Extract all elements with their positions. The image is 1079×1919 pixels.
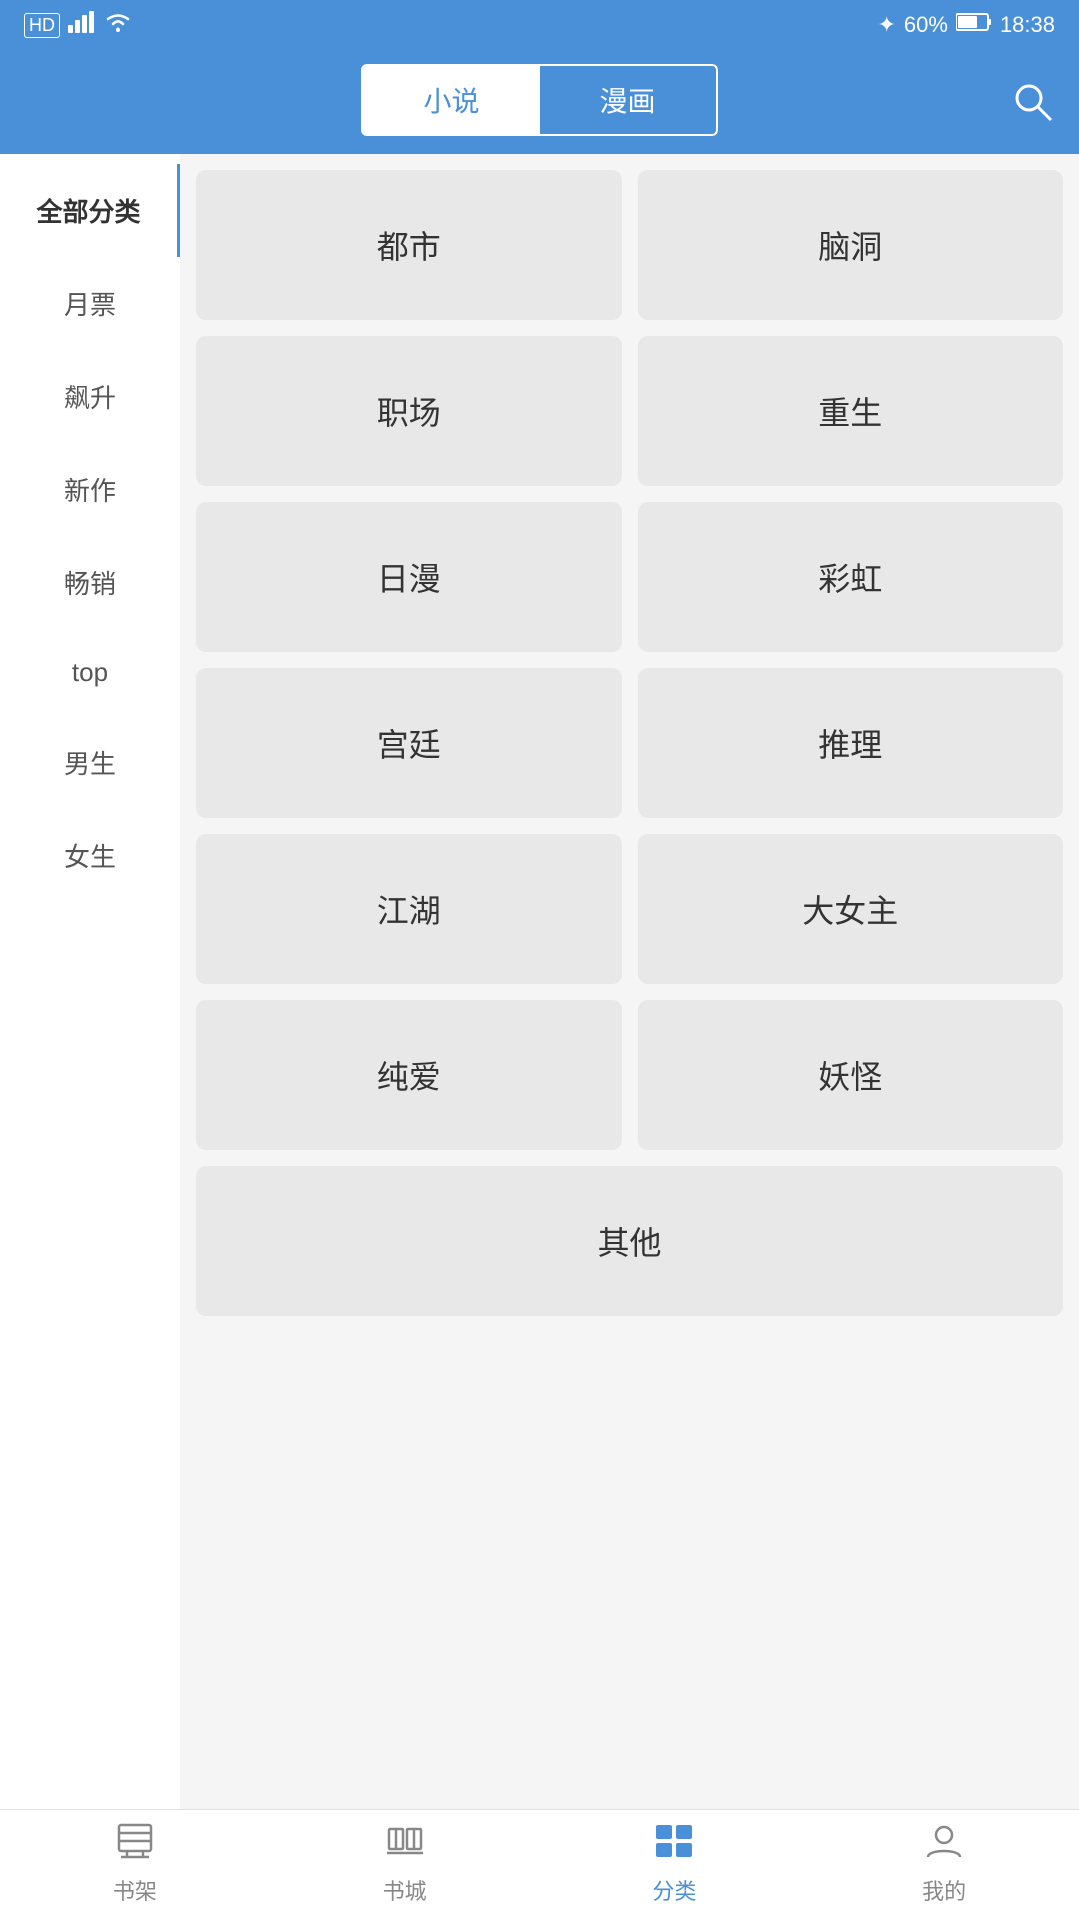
- category-dushi[interactable]: 都市: [196, 170, 622, 320]
- nav-bookshelf-label: 书架: [113, 1874, 157, 1906]
- category-tuili[interactable]: 推理: [638, 668, 1064, 818]
- bookcity-icon: [385, 1823, 425, 1868]
- nav-bookcity-label: 书城: [383, 1874, 427, 1906]
- battery-text: 60%: [904, 12, 948, 38]
- signal-icon: [68, 11, 96, 39]
- sidebar-item-monthly[interactable]: 月票: [0, 257, 180, 350]
- category-qita[interactable]: 其他: [196, 1166, 1063, 1316]
- profile-icon: [924, 1823, 964, 1868]
- sidebar-item-bestseller[interactable]: 畅销: [0, 536, 180, 629]
- category-chongsheng[interactable]: 重生: [638, 336, 1064, 486]
- sidebar-item-male[interactable]: 男生: [0, 716, 180, 809]
- sidebar-item-top[interactable]: top: [0, 629, 180, 716]
- bottom-nav: 书架 书城 分类: [0, 1809, 1079, 1919]
- time-display: 18:38: [1000, 12, 1055, 38]
- category-zhichang[interactable]: 职场: [196, 336, 622, 486]
- bluetooth-icon: ✦: [877, 12, 895, 38]
- battery-icon: [956, 12, 992, 38]
- category-naodong[interactable]: 脑洞: [638, 170, 1064, 320]
- category-jianghu[interactable]: 江湖: [196, 834, 622, 984]
- status-left: HD: [24, 11, 132, 39]
- content-area: 全部分类 月票 飙升 新作 畅销 top 男生 女生 都市 脑洞: [0, 154, 1079, 1809]
- bookshelf-icon: [115, 1823, 155, 1868]
- tab-novel[interactable]: 小说: [363, 66, 539, 134]
- nav-profile-label: 我的: [922, 1874, 966, 1906]
- category-chunai[interactable]: 纯爱: [196, 1000, 622, 1150]
- tab-group[interactable]: 小说 漫画: [361, 64, 717, 136]
- category-riman[interactable]: 日漫: [196, 502, 622, 652]
- category-gongting[interactable]: 宫廷: [196, 668, 622, 818]
- sidebar-item-all[interactable]: 全部分类: [0, 164, 180, 257]
- search-button[interactable]: [1011, 80, 1055, 124]
- category-caihong[interactable]: 彩虹: [638, 502, 1064, 652]
- tab-comic[interactable]: 漫画: [540, 66, 716, 134]
- wifi-icon: [104, 11, 132, 39]
- nav-profile[interactable]: 我的: [809, 1823, 1079, 1906]
- status-bar: HD ✦ 60% 18: [0, 0, 1079, 50]
- header: 小说 漫画: [0, 50, 1079, 154]
- sidebar-item-rising[interactable]: 飙升: [0, 350, 180, 443]
- sidebar-item-female[interactable]: 女生: [0, 809, 180, 902]
- category-yaoguai[interactable]: 妖怪: [638, 1000, 1064, 1150]
- nav-bookcity[interactable]: 书城: [270, 1823, 540, 1906]
- sidebar: 全部分类 月票 飙升 新作 畅销 top 男生 女生: [0, 154, 180, 1809]
- status-right: ✦ 60% 18:38: [877, 12, 1055, 38]
- nav-category[interactable]: 分类: [540, 1823, 810, 1906]
- hd-badge: HD: [24, 13, 60, 38]
- category-danvzhu[interactable]: 大女主: [638, 834, 1064, 984]
- category-grid: 都市 脑洞 职场 重生 日漫 彩虹 宫廷 推理 江湖 大女主 纯爱: [180, 154, 1079, 1809]
- nav-category-label: 分类: [652, 1874, 696, 1906]
- sidebar-item-new[interactable]: 新作: [0, 443, 180, 536]
- category-icon: [654, 1823, 694, 1868]
- nav-bookshelf[interactable]: 书架: [0, 1823, 270, 1906]
